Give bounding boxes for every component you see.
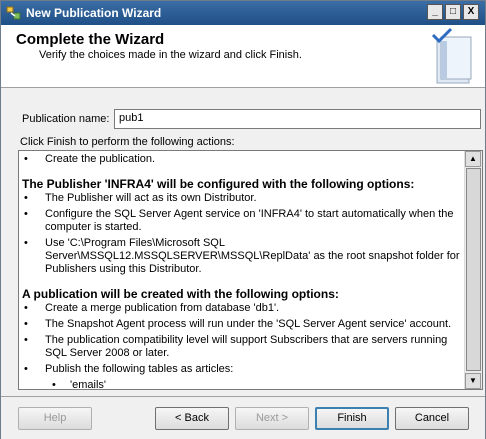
wizard-window: New Publication Wizard _ □ X Complete th… xyxy=(0,0,486,439)
publication-item: The publication compatibility level will… xyxy=(22,334,466,360)
button-bar: Help < Back Next > Finish Cancel xyxy=(1,396,485,439)
finish-button[interactable]: Finish xyxy=(315,407,389,430)
close-button[interactable]: X xyxy=(463,4,479,20)
book-checkmark-icon xyxy=(431,27,472,84)
action-create-publication: Create the publication. xyxy=(22,153,466,166)
minimize-button[interactable]: _ xyxy=(427,4,443,20)
publication-item: The Snapshot Agent process will run unde… xyxy=(22,318,466,331)
cancel-button[interactable]: Cancel xyxy=(395,407,469,430)
actions-content: Create the publication. The Publisher 'I… xyxy=(19,151,466,389)
title-bar[interactable]: New Publication Wizard _ □ X xyxy=(1,1,485,25)
publisher-heading: The Publisher 'INFRA4' will be configure… xyxy=(22,177,415,191)
scroll-thumb[interactable] xyxy=(466,168,481,371)
maximize-button[interactable]: □ xyxy=(445,4,461,20)
wizard-header: Complete the Wizard Verify the choices m… xyxy=(1,25,485,88)
instructions-text: Click Finish to perform the following ac… xyxy=(20,136,235,148)
publication-heading: A publication will be created with the f… xyxy=(22,287,339,301)
publication-item: Create a merge publication from database… xyxy=(22,302,466,315)
scroll-down-arrow-icon[interactable]: ▼ xyxy=(465,373,481,389)
article-item: 'emails' xyxy=(22,379,466,389)
page-subtitle: Verify the choices made in the wizard an… xyxy=(39,49,302,61)
help-button[interactable]: Help xyxy=(18,407,92,430)
vertical-scrollbar[interactable]: ▲ ▼ xyxy=(464,151,482,389)
next-button[interactable]: Next > xyxy=(235,407,309,430)
publication-item: Publish the following tables as articles… xyxy=(22,363,466,376)
actions-summary-box[interactable]: Create the publication. The Publisher 'I… xyxy=(18,150,483,390)
back-button[interactable]: < Back xyxy=(155,407,229,430)
publication-name-label: Publication name: xyxy=(22,113,110,125)
window-title: New Publication Wizard xyxy=(26,6,162,20)
publisher-item: Configure the SQL Server Agent service o… xyxy=(22,208,466,234)
publisher-item: The Publisher will act as its own Distri… xyxy=(22,192,466,205)
page-title: Complete the Wizard xyxy=(16,31,165,48)
wizard-app-icon xyxy=(6,6,21,20)
scroll-up-arrow-icon[interactable]: ▲ xyxy=(465,151,481,167)
publisher-item: Use 'C:\Program Files\Microsoft SQL Serv… xyxy=(22,237,466,276)
publication-name-input[interactable]: pub1 xyxy=(114,109,481,129)
